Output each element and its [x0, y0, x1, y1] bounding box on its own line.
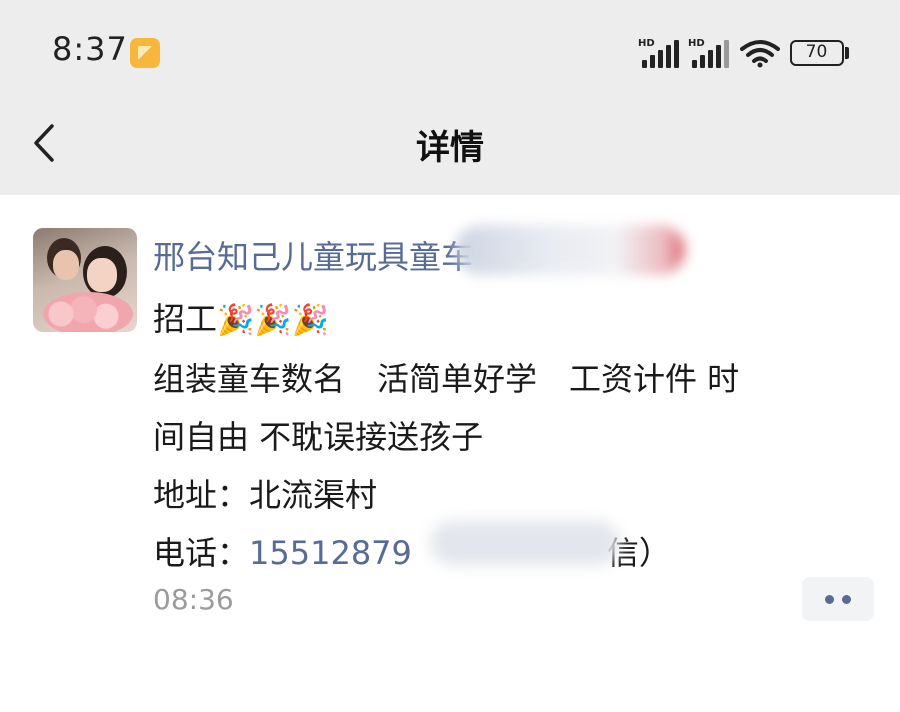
signal-hd-label: HD: [638, 38, 655, 49]
phone-label: 电话：: [153, 534, 250, 572]
content-line: 招工🎉🎉🎉: [153, 290, 873, 350]
content-text: 招工: [153, 300, 218, 338]
status-time: 8:37: [52, 30, 128, 68]
redacted-name-blur: [455, 225, 685, 275]
redacted-phone-blur: [430, 521, 620, 565]
signal-icon: HD: [688, 38, 732, 68]
content-line: 间自由 不耽误接送孩子: [153, 418, 484, 456]
wifi-icon: [740, 40, 780, 68]
author-name[interactable]: 邢台知己儿童玩具童车: [153, 232, 473, 278]
moment-post: 邢台知己儿童玩具童车 招工🎉🎉🎉 组装童车数名 活简单好学 工资计件 时 间自由…: [0, 195, 900, 712]
content-line: 组装童车数名 活简单好学 工资计件 时: [153, 360, 740, 398]
phone-number-link[interactable]: 15512879: [249, 534, 412, 572]
battery-icon: 70: [790, 40, 844, 66]
nav-bar: 详情: [0, 100, 900, 195]
avatar[interactable]: [33, 228, 137, 332]
post-timestamp: 08:36: [153, 583, 234, 616]
signal-hd-label: HD: [688, 38, 705, 49]
content-line: 地址：北流渠村: [153, 476, 378, 514]
notification-app-icon: [130, 38, 160, 68]
top-bar-area: 8:37 HD HD 70 详情: [0, 0, 900, 195]
page-title: 详情: [416, 128, 484, 168]
status-bar: 8:37 HD HD 70: [0, 0, 900, 100]
more-dots-icon[interactable]: [802, 577, 874, 621]
battery-level: 70: [805, 42, 828, 62]
battery-tip: [845, 47, 849, 59]
party-popper-emoji: 🎉🎉🎉: [217, 303, 330, 338]
signal-icon: HD: [638, 38, 682, 68]
